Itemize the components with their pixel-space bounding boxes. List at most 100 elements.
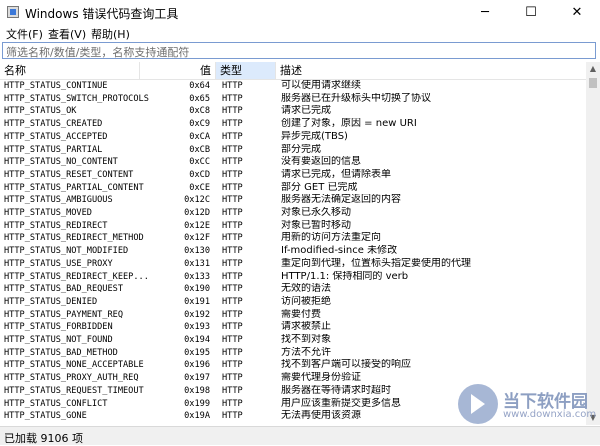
row-description: 需要代理身份验证 [281, 372, 361, 384]
table-row[interactable]: HTTP_STATUS_OK 0xC8 HTTP 请求已完成 [0, 105, 586, 118]
row-type: HTTP [222, 360, 243, 371]
row-type: HTTP [222, 106, 243, 117]
scroll-up-arrow-icon[interactable]: ▲ [586, 62, 600, 76]
table-row[interactable]: HTTP_STATUS_FORBIDDEN 0x193 HTTP 请求被禁止 [0, 321, 586, 334]
row-value: 0x12E [184, 220, 210, 231]
menu-help[interactable]: 帮助(H) [91, 26, 130, 42]
vertical-scrollbar[interactable]: ▲ ▼ [586, 62, 600, 425]
row-type: HTTP [222, 258, 243, 269]
table-row[interactable]: HTTP_STATUS_NO_CONTENT 0xCC HTTP 没有要返回的信息 [0, 156, 586, 169]
row-value: 0x12D [184, 208, 210, 218]
row-type: HTTP [222, 119, 243, 130]
row-description: 访问被拒绝 [281, 295, 331, 307]
row-value: 0xCB [189, 144, 210, 155]
row-type: HTTP [222, 373, 243, 384]
minimize-button[interactable]: ─ [462, 0, 508, 24]
row-value: 0x12C [184, 195, 210, 206]
app-icon [7, 6, 19, 18]
row-description: 可以使用请求继续 [281, 80, 361, 91]
row-type: HTTP [222, 208, 243, 218]
row-value: 0x133 [184, 271, 210, 282]
row-type: HTTP [222, 284, 243, 295]
row-description: 无效的语法 [281, 283, 331, 295]
row-description: HTTP/1.1: 保持相同的 verb [281, 270, 409, 282]
row-description: 对象已永久移动 [281, 207, 351, 218]
row-value: 0x192 [184, 309, 210, 320]
row-value: 0x130 [184, 246, 210, 257]
row-value: 0x195 [184, 347, 210, 358]
row-value: 0xCC [189, 157, 210, 168]
error-code-list[interactable]: HTTP_STATUS_CONTINUE 0x64 HTTP 可以使用请求继续 HTTP… [0, 80, 586, 425]
row-type: HTTP [222, 93, 243, 104]
window-title: Windows 错误代码查询工具 [25, 7, 179, 21]
table-row[interactable]: HTTP_STATUS_AMBIGUOUS 0x12C HTTP 服务器无法确定返回的… [0, 194, 586, 207]
row-type: HTTP [222, 309, 243, 320]
column-header-name[interactable]: 名称 [0, 62, 140, 79]
watermark-play-icon [458, 384, 498, 424]
row-type: HTTP [222, 335, 243, 345]
row-type: HTTP [222, 271, 243, 282]
row-value: 0x19A [184, 411, 210, 422]
table-row[interactable]: HTTP_STATUS_USE_PROXY 0x131 HTTP 重定向到代理，位置标… [0, 258, 586, 271]
row-type: HTTP [222, 220, 243, 231]
row-type: HTTP [222, 411, 243, 422]
status-bar: 已加载 9106 项 [0, 426, 600, 445]
row-type: HTTP [222, 195, 243, 206]
table-row[interactable]: HTTP_STATUS_BAD_REQUEST 0x190 HTTP 无效的语法 [0, 283, 586, 296]
row-description: 找不到客户端可以接受的响应 [281, 359, 411, 371]
close-button[interactable]: ✕ [554, 0, 600, 24]
table-row[interactable]: HTTP_STATUS_BAD_METHOD 0x195 HTTP 方法不允许 [0, 347, 586, 360]
table-row[interactable]: HTTP_STATUS_CREATED 0xC9 HTTP 创建了对象，原因 = ne… [0, 118, 586, 131]
row-description: 请求已完成 [281, 105, 331, 117]
table-row[interactable]: HTTP_STATUS_PROXY_AUTH_REQ 0x197 HTTP 需要代理身… [0, 372, 586, 385]
row-value: 0x194 [184, 335, 210, 345]
row-value: 0x199 [184, 398, 210, 409]
row-description: 找不到对象 [281, 334, 331, 345]
table-row[interactable]: HTTP_STATUS_SWITCH_PROTOCOLS 0x65 HTTP 服务器已… [0, 93, 586, 106]
table-row[interactable]: HTTP_STATUS_REDIRECT 0x12E HTTP 对象已暂时移动 [0, 220, 586, 233]
row-description: 需要付费 [281, 308, 321, 320]
row-value: 0xCA [189, 131, 210, 142]
table-row[interactable]: HTTP_STATUS_PAYMENT_REQ 0x192 HTTP 需要付费 [0, 309, 586, 322]
table-row[interactable]: HTTP_STATUS_PARTIAL_CONTENT 0xCE HTTP 部分 GE… [0, 182, 586, 195]
row-description: 方法不允许 [281, 346, 331, 358]
row-value: 0x197 [184, 373, 210, 384]
row-type: HTTP [222, 144, 243, 155]
table-row[interactable]: HTTP_STATUS_DENIED 0x191 HTTP 访问被拒绝 [0, 296, 586, 309]
row-description: If-modified-since 未修改 [281, 245, 398, 257]
table-row[interactable]: HTTP_STATUS_RESET_CONTENT 0xCD HTTP 请求已完成，但… [0, 169, 586, 182]
row-value: 0x131 [184, 258, 210, 269]
row-type: HTTP [222, 182, 243, 193]
scrollbar-thumb[interactable] [589, 78, 597, 88]
table-row[interactable]: HTTP_STATUS_NOT_FOUND 0x194 HTTP 找不到对象 [0, 334, 586, 347]
table-row[interactable]: HTTP_STATUS_CONTINUE 0x64 HTTP 可以使用请求继续 [0, 80, 586, 93]
row-value: 0xC9 [189, 119, 210, 130]
table-row[interactable]: HTTP_STATUS_PARTIAL 0xCB HTTP 部分完成 [0, 144, 586, 157]
table-row[interactable]: HTTP_STATUS_REDIRECT_KEEP... 0x133 HTTP HTT… [0, 271, 586, 284]
row-type: HTTP [222, 157, 243, 168]
row-description: 用新的访问方法重定向 [281, 232, 381, 244]
column-header-description[interactable]: 描述 [276, 62, 586, 79]
table-row[interactable]: HTTP_STATUS_MOVED 0x12D HTTP 对象已永久移动 [0, 207, 586, 220]
row-type: HTTP [222, 131, 243, 142]
row-description: 部分 GET 已完成 [281, 181, 358, 193]
column-header-value[interactable]: 值 [140, 62, 216, 79]
watermark-url: www.downxia.com [503, 409, 597, 420]
menu-view[interactable]: 查看(V) [48, 26, 86, 42]
table-row[interactable]: HTTP_STATUS_REDIRECT_METHOD 0x12F HTTP 用新的访… [0, 232, 586, 245]
column-header-type[interactable]: 类型 [216, 62, 276, 79]
list-header: 名称 值 类型 描述 [0, 62, 586, 80]
row-description: 服务器无法确定返回的内容 [281, 194, 401, 206]
row-description: 创建了对象，原因 = new URI [281, 118, 417, 130]
menu-file[interactable]: 文件(F) [6, 26, 43, 42]
maximize-button[interactable]: ☐ [508, 0, 554, 24]
table-row[interactable]: HTTP_STATUS_NONE_ACCEPTABLE 0x196 HTTP 找不到客… [0, 359, 586, 372]
table-row[interactable]: HTTP_STATUS_ACCEPTED 0xCA HTTP 异步完成(TBS) [0, 131, 586, 144]
menu-bar: 文件(F) 查看(V) 帮助(H) [0, 24, 600, 42]
row-description: 服务器已在升级标头中切换了协议 [281, 92, 431, 104]
filter-input[interactable]: 筛选名称/数值/类型，名称支持通配符 [2, 42, 596, 59]
watermark-logo: 当下软件园 www.downxia.com [458, 384, 598, 428]
row-value: 0x196 [184, 360, 210, 371]
row-description: 重定向到代理，位置标头指定要使用的代理 [281, 257, 471, 269]
table-row[interactable]: HTTP_STATUS_NOT_MODIFIED 0x130 HTTP If-modi… [0, 245, 586, 258]
